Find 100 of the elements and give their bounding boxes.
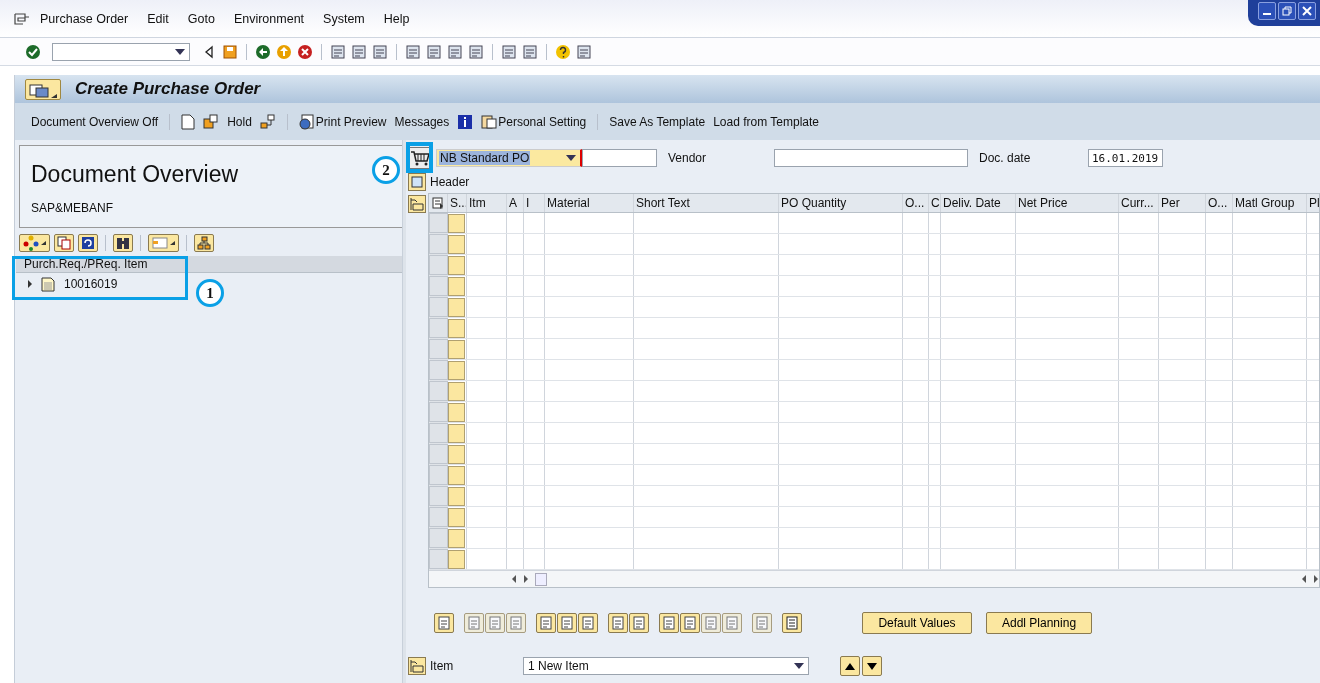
column-header[interactable]: I — [524, 194, 545, 212]
expand-header-button[interactable] — [408, 173, 426, 191]
copy-button[interactable] — [54, 234, 74, 252]
sort-button[interactable] — [659, 613, 679, 633]
column-header[interactable]: Short Text — [634, 194, 779, 212]
columns-button[interactable] — [629, 613, 649, 633]
scroll-left-icon[interactable] — [511, 575, 517, 583]
column-header[interactable]: Curr... — [1119, 194, 1159, 212]
checkmark-icon[interactable] — [25, 43, 41, 60]
status-button[interactable] — [448, 465, 465, 485]
toolbar-button[interactable]: Personal Setting — [481, 113, 587, 130]
status-button[interactable] — [448, 339, 465, 359]
magnifier-button[interactable] — [434, 613, 454, 633]
previous-item-button[interactable] — [840, 656, 860, 676]
sum-button[interactable] — [722, 613, 742, 633]
restore-button[interactable] — [1278, 2, 1296, 20]
menu-icon[interactable] — [14, 12, 30, 25]
scrollbar-thumb[interactable] — [535, 572, 547, 586]
scroll-right-icon[interactable] — [1313, 575, 1319, 583]
cancel-icon[interactable] — [297, 43, 313, 60]
status-button[interactable] — [448, 486, 465, 506]
next-item-button[interactable] — [862, 656, 882, 676]
search-button[interactable] — [113, 234, 133, 252]
menu-item[interactable]: Environment — [233, 11, 305, 26]
action-button[interactable]: Addl Planning — [986, 612, 1093, 634]
menu-item[interactable]: Edit — [147, 11, 169, 26]
copy-button[interactable] — [608, 613, 628, 633]
select-block-button[interactable] — [485, 613, 505, 633]
status-button[interactable] — [448, 234, 465, 254]
select-all-button[interactable] — [464, 613, 484, 633]
column-header[interactable]: C — [929, 194, 941, 212]
horizontal-scrollbar[interactable] — [429, 570, 1319, 587]
expand-arrow-icon[interactable] — [26, 280, 34, 288]
app-menu-button[interactable] — [25, 78, 61, 100]
status-button[interactable] — [448, 423, 465, 443]
menu-item[interactable]: Help — [383, 11, 410, 26]
status-button[interactable] — [448, 402, 465, 422]
close-button[interactable] — [1298, 2, 1316, 20]
info-icon[interactable] — [457, 113, 474, 130]
toolbar-button[interactable]: Messages — [394, 114, 450, 129]
documents-icon[interactable] — [203, 113, 220, 130]
refresh-button[interactable] — [78, 234, 98, 252]
hierarchy-icon[interactable] — [259, 113, 276, 130]
scroll-right-icon[interactable] — [523, 575, 529, 583]
collapse-items-button[interactable] — [408, 195, 426, 213]
deselect-button[interactable] — [506, 613, 526, 633]
column-header[interactable]: A — [507, 194, 524, 212]
doc-date-field[interactable]: 16.01.2019 — [1088, 149, 1163, 167]
status-button[interactable] — [448, 381, 465, 401]
status-button[interactable] — [448, 507, 465, 527]
column-header[interactable]: O... — [1206, 194, 1233, 212]
details-button[interactable] — [782, 613, 802, 633]
status-button[interactable] — [448, 549, 465, 569]
toolbar-button[interactable]: Print Preview — [298, 113, 387, 130]
trash-button[interactable] — [536, 613, 556, 633]
status-button[interactable] — [448, 444, 465, 464]
status-button[interactable] — [448, 528, 465, 548]
toolbar-button[interactable]: Save As Template — [609, 114, 706, 129]
menu-item[interactable]: Purchase Order — [40, 11, 129, 26]
scroll-left-icon[interactable] — [1301, 575, 1307, 583]
vendor-field[interactable] — [774, 149, 968, 167]
column-header[interactable]: Itm — [467, 194, 507, 212]
column-header[interactable]: Material — [545, 194, 634, 212]
menu-item[interactable]: System — [323, 11, 365, 26]
action-button[interactable]: Default Values — [862, 612, 972, 634]
document-type-dropdown[interactable]: NB Standard PO — [436, 149, 582, 167]
column-header[interactable]: Pl — [1307, 194, 1319, 212]
layout-button[interactable] — [148, 234, 179, 252]
tree-structure-button[interactable] — [194, 234, 214, 252]
column-header[interactable]: Deliv. Date — [941, 194, 1016, 212]
unlock-button[interactable] — [578, 613, 598, 633]
column-header[interactable]: PO Quantity — [779, 194, 903, 212]
table-settings-icon[interactable] — [432, 197, 444, 209]
toolbar-button[interactable]: Hold — [227, 114, 252, 129]
filter-button[interactable] — [680, 613, 700, 633]
column-header[interactable]: Net Price — [1016, 194, 1119, 212]
command-field[interactable] — [52, 42, 190, 61]
status-button[interactable] — [448, 255, 465, 275]
attachment-button[interactable] — [752, 613, 772, 633]
status-button[interactable] — [448, 360, 465, 380]
column-header[interactable]: O... — [903, 194, 929, 212]
toolbar-button[interactable]: Load from Template — [713, 114, 819, 129]
status-button[interactable] — [448, 297, 465, 317]
column-header[interactable]: S... — [448, 194, 467, 212]
lock-button[interactable] — [557, 613, 577, 633]
selection-variant-button[interactable] — [19, 234, 50, 252]
document-number-field[interactable] — [582, 149, 657, 167]
status-button[interactable] — [448, 318, 465, 338]
column-header[interactable]: Matl Group — [1233, 194, 1307, 212]
filter-off-button[interactable] — [701, 613, 721, 633]
menu-item[interactable]: Goto — [187, 11, 215, 26]
blank-page-icon[interactable] — [181, 113, 196, 130]
collapse-item-button[interactable] — [408, 657, 426, 675]
status-button[interactable] — [448, 276, 465, 296]
item-dropdown[interactable]: 1 New Item — [523, 657, 809, 675]
column-header[interactable]: Per — [1159, 194, 1206, 212]
minimize-button[interactable] — [1258, 2, 1276, 20]
toolbar-button[interactable]: Document Overview Off — [31, 114, 159, 129]
help-icon[interactable] — [555, 43, 571, 60]
tree-item[interactable]: 10016019 — [15, 273, 118, 292]
